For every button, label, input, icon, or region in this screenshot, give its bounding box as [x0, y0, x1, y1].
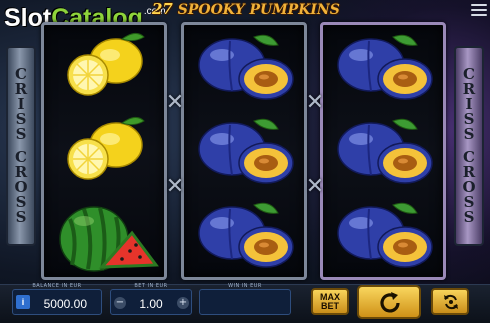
plum-symbol-icon — [198, 202, 294, 268]
bet-increase-button[interactable]: + — [177, 297, 189, 309]
game-title-text: SPOOKY PUMPKINS — [172, 2, 340, 18]
plum-symbol-icon — [337, 202, 433, 268]
lemon-symbol-icon — [67, 117, 145, 180]
autoplay-button[interactable] — [431, 288, 469, 315]
reel-symbol-plum — [323, 111, 443, 195]
reel-3 — [320, 22, 446, 280]
spin-button[interactable] — [357, 285, 421, 319]
reel-symbol-plum — [184, 195, 304, 279]
x-connector-icon: ✕ — [305, 174, 325, 199]
plum-symbol-icon — [337, 118, 433, 184]
reel-symbol-lemon — [44, 111, 164, 195]
plum-symbol-icon — [198, 118, 294, 184]
reel-1 — [41, 22, 167, 280]
reel-symbol-plum — [323, 195, 443, 279]
left-criss-cross-pillar: CRISS CROSS — [6, 46, 36, 246]
x-connector-icon: ✕ — [165, 174, 185, 199]
reel-symbol-watermelon — [44, 195, 164, 279]
watermelon-symbol-icon — [59, 206, 159, 272]
reel-symbol-plum — [184, 111, 304, 195]
reel-symbol-plum — [323, 27, 443, 111]
pillar-word-criss: CRISS — [14, 65, 28, 143]
game-title: 27 SPOOKY PUMPKINS — [152, 0, 352, 18]
game-title-number: 27 — [152, 0, 173, 18]
spin-arrow-icon — [380, 292, 400, 313]
win-panel: WIN IN EUR — [199, 283, 291, 315]
lemon-symbol-icon — [67, 33, 145, 96]
plum-symbol-icon — [198, 34, 294, 100]
plum-symbol-icon — [337, 34, 433, 100]
x-connector-icon: ✕ — [165, 90, 185, 115]
reel-symbol-lemon — [44, 27, 164, 111]
balance-caption: BALANCE IN EUR — [32, 283, 82, 289]
pillar-word-cross: CROSS — [14, 148, 28, 226]
max-bet-button[interactable]: MAX BET — [311, 288, 349, 315]
bet-caption: BET IN EUR — [134, 283, 168, 289]
pillar-word-cross: CROSS — [462, 148, 476, 226]
info-button[interactable]: i — [16, 295, 30, 309]
reel-symbol-plum — [184, 27, 304, 111]
hamburger-menu-icon[interactable] — [471, 4, 487, 18]
max-bet-line2: BET — [321, 301, 339, 311]
pillar-word-criss: CRISS — [462, 65, 476, 143]
x-connector-icon: ✕ — [305, 90, 325, 115]
autoplay-arrows-icon — [444, 294, 458, 310]
right-criss-cross-pillar: CRISS CROSS — [454, 46, 484, 246]
win-caption: WIN IN EUR — [228, 283, 262, 289]
reel-2 — [181, 22, 307, 280]
bet-decrease-button[interactable]: − — [114, 297, 126, 309]
